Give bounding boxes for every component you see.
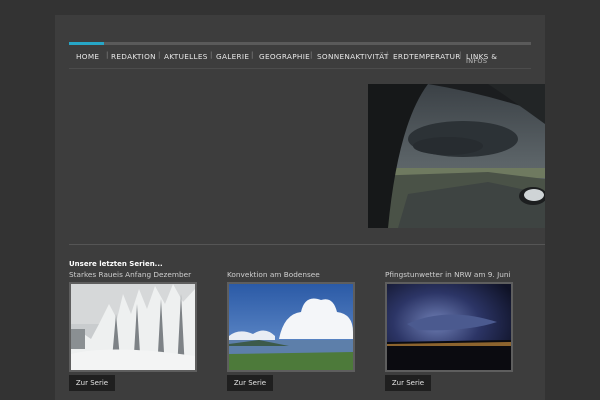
series-card: Pfingstunwetter in NRW am 9. Juni Zur Se… [385,270,525,391]
nav-item-geographie[interactable]: GEOGRAPHIE [259,52,310,61]
nav-separator: | [386,51,389,59]
nav-item-home[interactable]: HOME [76,52,99,61]
series-card-image-frame[interactable] [227,282,355,372]
nav-separator: | [459,51,462,59]
series-card-image-bodensee-clouds[interactable] [229,284,353,370]
series-card: Konvektion am Bodensee Zur Serie [227,270,367,391]
nav-progress-track [69,42,531,45]
series-card-title[interactable]: Konvektion am Bodensee [227,270,367,282]
nav-divider [69,68,531,69]
hero-image-storm-through-car-window [368,84,545,228]
series-card-image-frame[interactable] [69,282,197,372]
nav-item-redaktion[interactable]: REDAKTION [111,52,156,61]
series-card-image-night-storm[interactable] [387,284,511,370]
nav-separator: | [310,51,313,59]
series-card-title[interactable]: Pfingstunwetter in NRW am 9. Juni [385,270,525,282]
nav-active-indicator [69,42,104,45]
nav-separator: | [210,51,213,59]
page-container: HOME | REDAKTION | AKTUELLES | GALERIE |… [55,15,545,400]
section-divider [69,244,545,245]
zur-serie-button[interactable]: Zur Serie [385,375,431,391]
nav-item-galerie[interactable]: GALERIE [216,52,249,61]
zur-serie-button[interactable]: Zur Serie [227,375,273,391]
section-title: Unsere letzten Serien... [69,260,163,268]
series-card: Starkes Raueis Anfang Dezember Zur Serie [69,270,209,391]
zur-serie-button[interactable]: Zur Serie [69,375,115,391]
nav-item-links-infos-overlap[interactable]: INFOS [466,57,487,65]
series-card-image-frame[interactable] [385,282,513,372]
series-card-image-frost-trees[interactable] [71,284,195,370]
nav-separator: | [251,51,254,59]
nav-item-sonnenaktivitaet[interactable]: SONNENAKTIVITÄT [317,52,389,61]
nav-separator: | [158,51,161,59]
main-navigation: HOME | REDAKTION | AKTUELLES | GALERIE |… [69,51,531,66]
series-card-title[interactable]: Starkes Raueis Anfang Dezember [69,270,209,282]
nav-item-aktuelles[interactable]: AKTUELLES [164,52,208,61]
nav-item-erdtemperatur[interactable]: ERDTEMPERATUR [393,52,461,61]
nav-separator: | [106,51,109,59]
